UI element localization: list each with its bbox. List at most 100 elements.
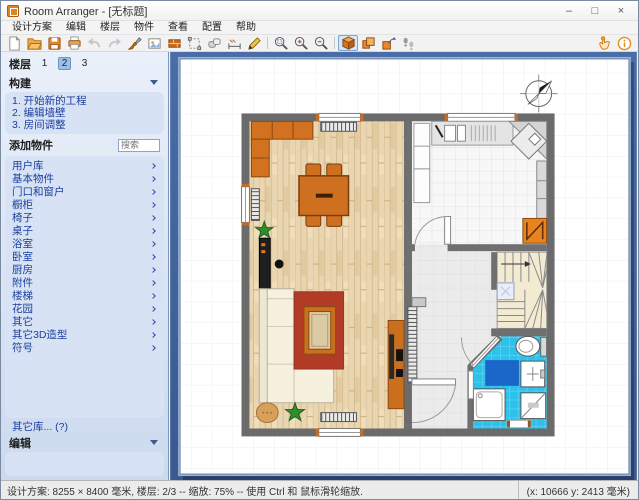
search-input[interactable] bbox=[118, 139, 160, 152]
category-item[interactable]: 符号 bbox=[12, 341, 157, 354]
build-section-header[interactable]: 构建 bbox=[5, 75, 164, 90]
move-objects-icon[interactable] bbox=[204, 35, 224, 51]
menu-item[interactable]: 帮助 bbox=[229, 21, 263, 35]
sidebar: 楼层 1 2 3 构建 1. 开始新的工程2. 编辑墙壁3. 房间调整 添加物件 bbox=[1, 52, 169, 480]
kitchen-cabinet-orange[interactable] bbox=[523, 218, 547, 243]
floor-tab-1[interactable]: 1 bbox=[38, 57, 51, 70]
category-item[interactable]: 其它3D造型 bbox=[12, 328, 157, 341]
edit-header-label: 编辑 bbox=[9, 435, 31, 451]
menu-item[interactable]: 楼层 bbox=[93, 21, 127, 35]
collapse-arrow-icon[interactable] bbox=[150, 440, 158, 445]
new-file-icon[interactable] bbox=[4, 35, 24, 51]
background-image-icon[interactable] bbox=[144, 35, 164, 51]
shoe-cabinet[interactable] bbox=[412, 298, 426, 307]
undo-icon[interactable] bbox=[84, 35, 104, 51]
category-item[interactable]: 卧室 bbox=[12, 250, 157, 263]
build-step-link[interactable]: 1. 开始新的工程 bbox=[12, 95, 157, 107]
chevron-right-icon bbox=[150, 176, 156, 182]
view-3d-icon[interactable] bbox=[338, 35, 358, 51]
walkthrough-icon[interactable] bbox=[398, 35, 418, 51]
menu-item[interactable]: 配置 bbox=[195, 21, 229, 35]
chevron-right-icon bbox=[150, 345, 156, 351]
radiator bbox=[251, 189, 259, 221]
coffee-table[interactable] bbox=[304, 307, 336, 355]
zoom-in-icon[interactable] bbox=[291, 35, 311, 51]
export-3d-icon[interactable] bbox=[378, 35, 398, 51]
category-item[interactable]: 附件 bbox=[12, 276, 157, 289]
category-item[interactable]: 门口和窗户 bbox=[12, 185, 157, 198]
category-item[interactable]: 橱柜 bbox=[12, 198, 157, 211]
build-step-link[interactable]: 2. 编辑墙壁 bbox=[12, 107, 157, 119]
bath-rug[interactable] bbox=[485, 360, 519, 386]
chevron-right-icon bbox=[150, 306, 156, 312]
floor-plan-canvas[interactable] bbox=[169, 52, 638, 480]
chevron-right-icon bbox=[150, 163, 156, 169]
toolbar-separator bbox=[334, 37, 335, 49]
edit-panel bbox=[5, 452, 164, 476]
dining-chair bbox=[306, 214, 321, 226]
toolbar bbox=[1, 35, 638, 52]
category-item[interactable]: 椅子 bbox=[12, 211, 157, 224]
save-icon[interactable] bbox=[44, 35, 64, 51]
dining-chair bbox=[306, 164, 321, 176]
minimize-button[interactable]: – bbox=[556, 2, 582, 20]
kitchen-counter[interactable] bbox=[432, 121, 513, 145]
edit-section-header[interactable]: 编辑 bbox=[5, 435, 164, 450]
print-icon[interactable] bbox=[64, 35, 84, 51]
info-icon[interactable] bbox=[614, 36, 634, 52]
paint-brush-icon[interactable] bbox=[124, 35, 144, 51]
app-icon bbox=[7, 5, 19, 17]
radiator bbox=[408, 307, 417, 383]
canvas-area[interactable] bbox=[169, 52, 638, 480]
redo-icon[interactable] bbox=[104, 35, 124, 51]
category-item[interactable]: 楼梯 bbox=[12, 289, 157, 302]
zoom-out-icon[interactable] bbox=[311, 35, 331, 51]
close-button[interactable]: × bbox=[608, 2, 634, 20]
menu-item[interactable]: 设计方案 bbox=[5, 21, 59, 35]
draw-pencil-icon[interactable] bbox=[244, 35, 264, 51]
kitchen-sink bbox=[445, 125, 456, 141]
add-objects-row: 添加物件 bbox=[5, 136, 164, 154]
view-objects-3d-icon[interactable] bbox=[358, 35, 378, 51]
category-item[interactable]: 厨房 bbox=[12, 263, 157, 276]
chevron-right-icon bbox=[150, 293, 156, 299]
menu-item[interactable]: 物件 bbox=[127, 21, 161, 35]
floor-plan[interactable] bbox=[242, 113, 555, 436]
radiator bbox=[321, 413, 357, 422]
fridge-cabinet[interactable] bbox=[414, 123, 430, 202]
build-step-link[interactable]: 3. 房间调整 bbox=[12, 119, 157, 131]
open-icon[interactable] bbox=[24, 35, 44, 51]
categories-panel: 用户库 基本物件 门口和窗户 橱柜 bbox=[5, 156, 164, 418]
more-libraries-link[interactable]: 其它库... (?) bbox=[5, 420, 164, 434]
zoom-selection-icon[interactable] bbox=[271, 35, 291, 51]
dining-chair bbox=[327, 214, 342, 226]
texture-icon[interactable] bbox=[164, 35, 184, 51]
collapse-arrow-icon[interactable] bbox=[150, 80, 158, 85]
shower[interactable] bbox=[473, 389, 505, 421]
chevron-right-icon bbox=[150, 215, 156, 221]
speaker[interactable] bbox=[275, 260, 284, 269]
kitchen-wall-counter[interactable] bbox=[537, 161, 547, 218]
hand-cursor-icon[interactable] bbox=[594, 36, 614, 52]
bath-mat[interactable] bbox=[507, 421, 531, 428]
radiator bbox=[321, 122, 357, 131]
menu-item[interactable]: 编辑 bbox=[59, 21, 93, 35]
floor-tab-2[interactable]: 2 bbox=[58, 57, 71, 70]
toilet[interactable] bbox=[516, 336, 547, 356]
side-table[interactable] bbox=[256, 403, 278, 423]
floor-tab-3[interactable]: 3 bbox=[78, 57, 91, 70]
chevron-right-icon bbox=[150, 241, 156, 247]
washing-machine[interactable] bbox=[521, 393, 546, 419]
category-item[interactable]: 花园 bbox=[12, 302, 157, 315]
chevron-right-icon bbox=[150, 280, 156, 286]
category-item[interactable]: 浴室 bbox=[12, 237, 157, 250]
category-item[interactable]: 桌子 bbox=[12, 224, 157, 237]
tv-cabinet[interactable] bbox=[388, 320, 404, 408]
chevron-right-icon bbox=[150, 267, 156, 273]
towel-radiator[interactable] bbox=[468, 371, 473, 399]
transform-selection-icon[interactable] bbox=[184, 35, 204, 51]
measure-icon[interactable] bbox=[224, 35, 244, 51]
menu-item[interactable]: 查看 bbox=[161, 21, 195, 35]
maximize-button[interactable]: □ bbox=[582, 2, 608, 20]
bathroom-sink[interactable] bbox=[521, 361, 545, 387]
